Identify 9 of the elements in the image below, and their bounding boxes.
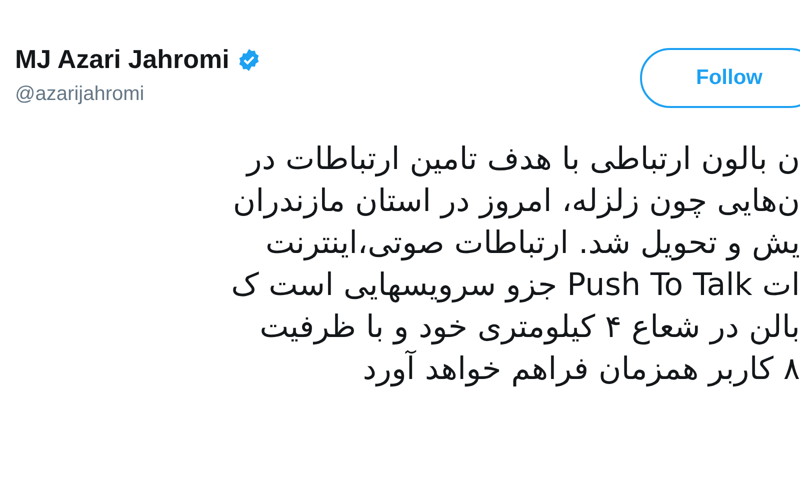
follow-button[interactable]: Follow bbox=[640, 48, 800, 108]
author-name[interactable]: MJ Azari Jahromi bbox=[15, 44, 230, 75]
tweet-text-line: ۸ کاربر همزمان فراهم خواهد آورد bbox=[362, 349, 800, 389]
tweet-text-line: یش و تحویل شد. ارتباطات صوتی،اینترنت bbox=[266, 224, 800, 263]
tweet-text-line: ن بالون ارتباطی با هدف تامین ارتباطات در bbox=[246, 140, 800, 179]
tweet-text-line: ات Push To Talk جزو سرویسهایی است ک bbox=[231, 266, 800, 305]
author-handle[interactable]: @azarijahromi bbox=[15, 83, 262, 106]
tweet-text-line: بالن در شعاع ۴ کیلومتری خود و با ظرفیت bbox=[260, 308, 800, 347]
tweet-text-line: ن‌هایی چون زلزله، امروز در استان مازندران bbox=[232, 182, 800, 221]
